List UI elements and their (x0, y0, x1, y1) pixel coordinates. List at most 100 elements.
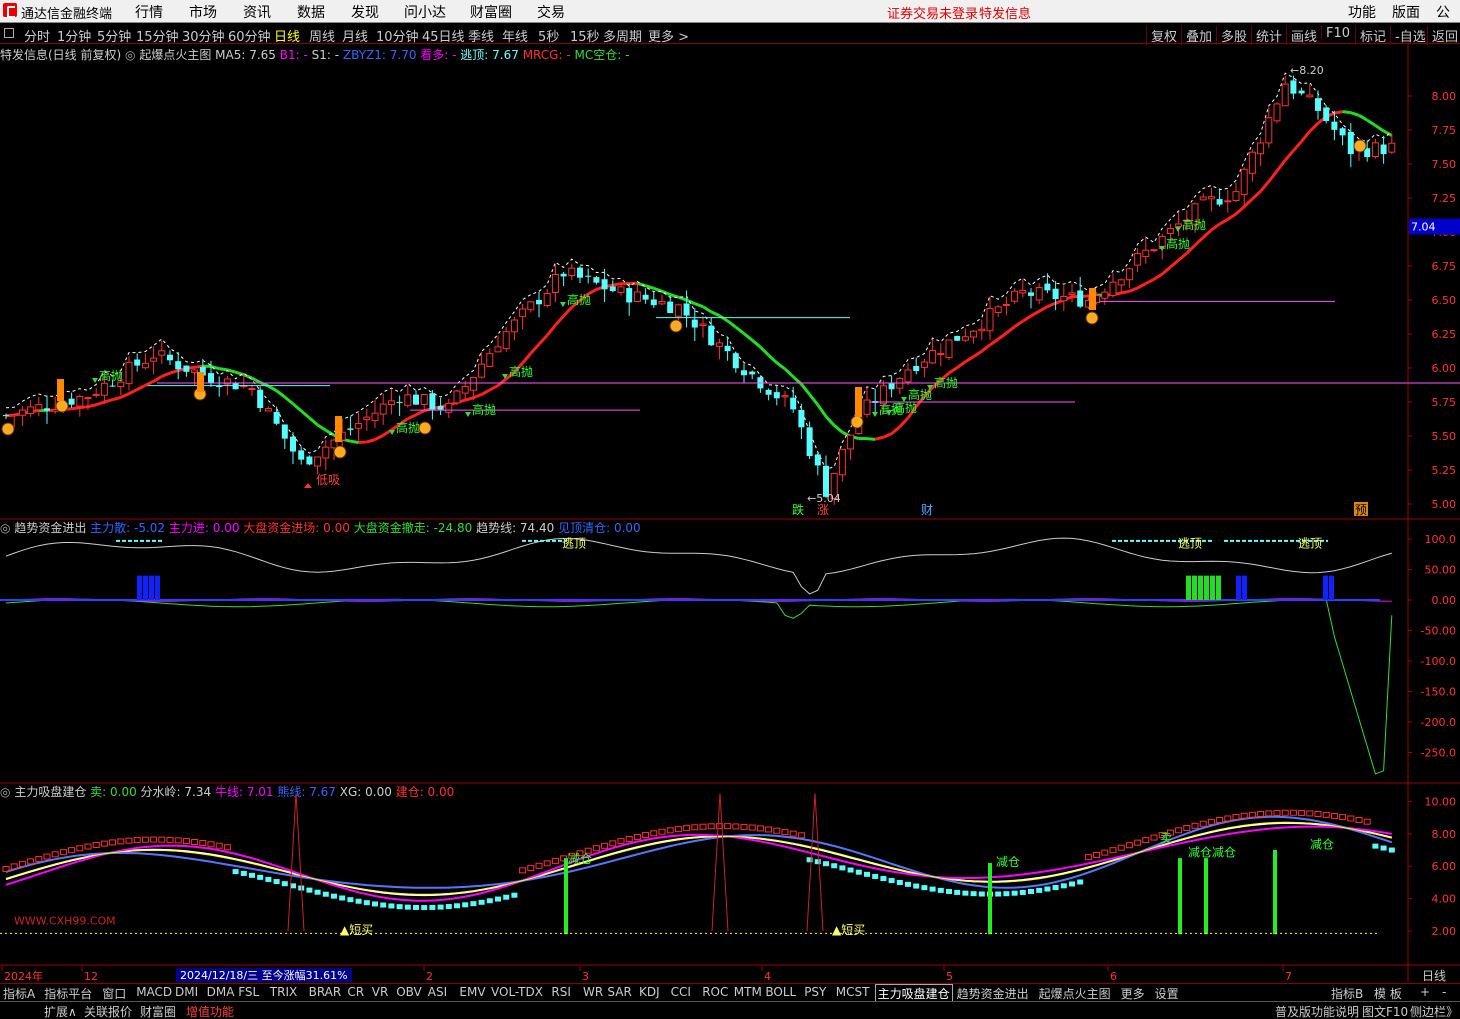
status-premium[interactable]: 增值功能 (186, 1003, 234, 1019)
status-expand[interactable]: 扩展∧ (44, 1003, 77, 1019)
menu-caifuquan[interactable]: 财富圈 (470, 2, 512, 22)
period-15sec[interactable]: 15秒 (570, 26, 600, 45)
indicator-tab-20[interactable]: ROC (702, 985, 728, 999)
candle-body-up (929, 350, 937, 364)
indicator-tab-22[interactable]: BOLL (765, 985, 796, 999)
trend-line-segment (718, 314, 729, 323)
bot-box (199, 840, 207, 847)
menu-function[interactable]: 功能 (1348, 2, 1376, 22)
tool-f10[interactable]: F10 (1321, 26, 1350, 41)
period-60min[interactable]: 60分钟 (228, 26, 271, 45)
period-monthly[interactable]: 月线 (342, 26, 368, 45)
period-quarterly[interactable]: 季线 (468, 26, 494, 45)
indicator-tab-27[interactable]: 起爆点火主图 (1039, 985, 1111, 1002)
tool-stats[interactable]: 统计 (1251, 26, 1282, 45)
indicator-tab-16[interactable]: WR (583, 985, 603, 999)
bot-box (478, 899, 485, 905)
period-10min[interactable]: 10分钟 (376, 26, 419, 45)
chart-area[interactable]: 8.007.757.507.257.006.756.506.256.005.75… (0, 44, 1460, 982)
trend-line-segment (866, 437, 876, 441)
candle-body-down (741, 370, 747, 376)
jiancang-label: 减仓 (1212, 845, 1236, 859)
indicator-tab-right-3[interactable]: - (1442, 985, 1446, 999)
indicator-tab-7[interactable]: TRIX (270, 985, 297, 999)
indicator-tab-29[interactable]: 设置 (1155, 985, 1179, 1002)
period-fenshi[interactable]: 分时 (24, 26, 50, 45)
indicator-tab-19[interactable]: CCI (671, 985, 691, 999)
period-15min[interactable]: 15分钟 (136, 26, 179, 45)
period-yearly[interactable]: 年线 (502, 26, 528, 45)
indicator-tab-12[interactable]: ASI (428, 985, 447, 999)
trade-login-warning[interactable]: 证券交易未登录 (887, 3, 978, 22)
indicator-tab-9[interactable]: CR (347, 985, 364, 999)
tool-overlay[interactable]: 叠加 (1181, 26, 1212, 45)
candle (658, 294, 666, 306)
period-1min[interactable]: 1分钟 (57, 26, 91, 45)
period-multi[interactable]: 多周期 (603, 26, 642, 45)
indicator-tab-right-2[interactable]: + (1420, 985, 1430, 999)
period-weekly[interactable]: 周线 (309, 26, 335, 45)
candle-body-down (1331, 121, 1338, 130)
indicator-tab-14[interactable]: VOL-TDX (491, 985, 543, 999)
tool-fuquan[interactable]: 复权 (1146, 26, 1177, 45)
panel-toggle-icon[interactable] (4, 28, 14, 38)
indicator-tab-3[interactable]: MACD (136, 985, 172, 999)
status-caifuquan[interactable]: 财富圈 (140, 1003, 176, 1019)
period-5min[interactable]: 5分钟 (97, 26, 131, 45)
capital-bar (137, 575, 142, 600)
menu-trade[interactable]: 交易 (537, 2, 565, 22)
menu-discover[interactable]: 发现 (351, 2, 379, 22)
status-f10[interactable]: 图文F10 (1362, 1003, 1408, 1019)
indicator-tab-8[interactable]: BRAR (309, 985, 342, 999)
indicator-tab-0[interactable]: 指标A (3, 985, 35, 1002)
indicator-tab-24[interactable]: MCST (836, 985, 870, 999)
tool-multistock[interactable]: 多股 (1216, 26, 1247, 45)
period-5sec[interactable]: 5秒 (538, 26, 559, 45)
indicator-tab-right-1[interactable]: 模 板 (1374, 985, 1402, 1002)
tool-remark[interactable]: 标记 (1355, 26, 1386, 45)
menu-layout[interactable]: 版面 (1392, 2, 1420, 22)
indicator-tab-4[interactable]: DMI (175, 985, 198, 999)
period-30min[interactable]: 30分钟 (182, 26, 225, 45)
indicator-tab-17[interactable]: SAR (607, 985, 631, 999)
menu-wenxiaoda[interactable]: 问小达 (404, 2, 446, 22)
indicator-tab-28[interactable]: 更多 (1121, 985, 1145, 1002)
indicator-tab-5[interactable]: DMA (207, 985, 235, 999)
indicator-tab-1[interactable]: 指标平台 (44, 985, 92, 1002)
menu-data[interactable]: 数据 (297, 2, 325, 22)
status-help[interactable]: 普及版功能说明 (1275, 1003, 1359, 1019)
menu-quote[interactable]: 行情 (135, 2, 163, 22)
indicator-tab-10[interactable]: VR (372, 985, 389, 999)
trend-line-segment (956, 360, 967, 369)
period-more[interactable]: 更多 > (648, 26, 689, 45)
candle-body-up (1224, 200, 1232, 203)
indicator-tab-right-0[interactable]: 指标B (1331, 985, 1363, 1002)
indicator-tab-11[interactable]: OBV (396, 985, 422, 999)
candle-body-down (1339, 128, 1346, 136)
period-45day[interactable]: 45日线 (422, 26, 465, 45)
tool-back[interactable]: 返回 (1427, 26, 1458, 45)
status-related-quote[interactable]: 关联报价 (84, 1003, 132, 1019)
tool-draw[interactable]: 画线 (1286, 26, 1317, 45)
signal-bar (57, 379, 64, 401)
tool-watchlist-remove[interactable]: -自选 (1390, 26, 1426, 45)
indicator-tab-18[interactable]: KDJ (639, 985, 660, 999)
status-sidebar[interactable]: 侧边栏》 (1410, 1003, 1458, 1019)
candle-body-up (150, 357, 158, 362)
indicator-tab-15[interactable]: RSI (551, 985, 571, 999)
indicator-tab-6[interactable]: FSL (238, 985, 259, 999)
menu-market[interactable]: 市场 (189, 2, 217, 22)
indicator-tab-2[interactable]: 窗口 (102, 985, 126, 1002)
indicator-tab-21[interactable]: MTM (734, 985, 762, 999)
price-axis-label: 8.00 (1432, 90, 1457, 103)
bot-box (789, 830, 797, 837)
indicator-tab-23[interactable]: PSY (804, 985, 826, 999)
indicator-tab-13[interactable]: EMV (459, 985, 485, 999)
period-daily[interactable]: 日线 (274, 26, 300, 45)
menu-news[interactable]: 资讯 (243, 2, 271, 22)
indicator-tab-26[interactable]: 趋势资金进出 (957, 985, 1029, 1002)
trend-line-segment (472, 392, 483, 400)
candle (1175, 211, 1183, 237)
trend-line-segment (710, 310, 721, 317)
trend-line-segment (1177, 252, 1188, 262)
